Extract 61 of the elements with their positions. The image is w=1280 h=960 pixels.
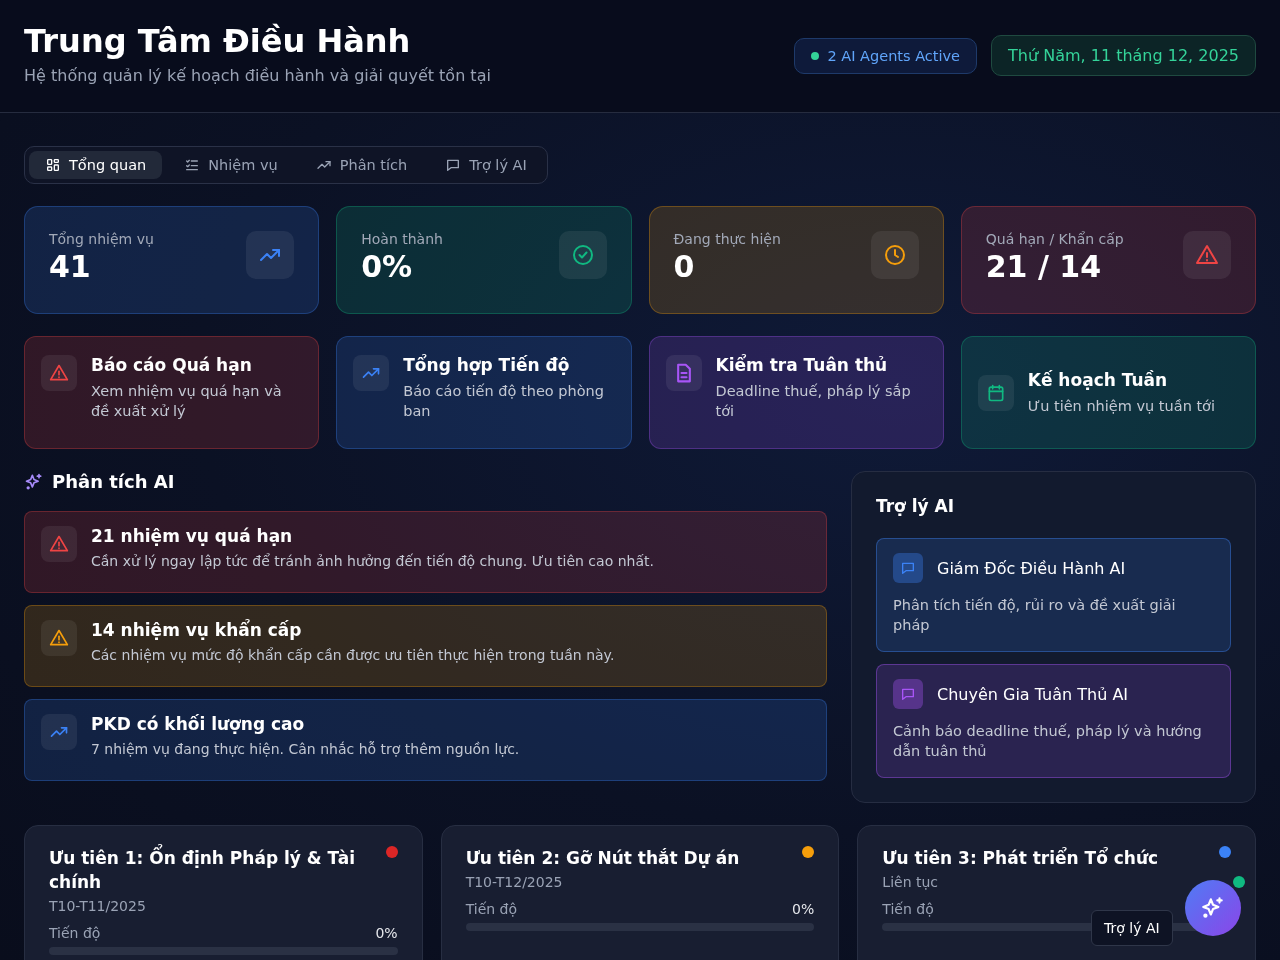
quick-action-card[interactable]: Kế hoạch Tuần Ưu tiên nhiệm vụ tuần tới — [960, 336, 1256, 449]
agent-name: Chuyên Gia Tuân Thủ AI — [937, 684, 1129, 704]
stat-label: Quá hạn / Khẩn cấp — [985, 231, 1124, 247]
action-description: Ưu tiên nhiệm vụ tuần tới — [1027, 396, 1215, 416]
quick-action-card[interactable]: Tổng hợp Tiến độ Báo cáo tiến độ theo phòng ban — [336, 336, 632, 449]
action-description: Báo cáo tiến độ theo phòng ban — [403, 382, 605, 421]
priority-title: Ưu tiên 1: Ổn định Pháp lý & Tài chính — [49, 846, 374, 894]
insight-title: 14 nhiệm vụ khẩn cấp — [91, 620, 303, 640]
quick-action-card[interactable]: Kiểm tra Tuân thủ Deadline thuế, pháp lý sắp tới — [648, 336, 944, 449]
tab[interactable]: Trợ lý AI — [429, 151, 543, 179]
action-title: Tổng hợp Tiến độ — [403, 355, 571, 375]
tooltip: Trợ lý AI — [1091, 910, 1173, 946]
action-title: Báo cáo Quá hạn — [91, 355, 253, 375]
insight-title: PKD có khối lượng cao — [91, 714, 306, 734]
progress-label: Tiến độ — [49, 925, 101, 941]
stat-value: 0 — [673, 249, 696, 284]
progress-label: Tiến độ — [882, 901, 934, 917]
insight-title: 21 nhiệm vụ quá hạn — [91, 526, 294, 546]
tab[interactable]: Tổng quan — [29, 151, 163, 179]
stat-label: Tổng nhiệm vụ — [49, 231, 154, 247]
progress-label: Tiến độ — [465, 901, 518, 917]
priority-title: Ưu tiên 2: Gỡ Nút thắt Dự án — [465, 847, 740, 870]
insight-description: Cần xử lý ngay lập tức để tránh ảnh hưởng đến tiến độ chung. Ưu tiên cao nhất. — [91, 552, 654, 571]
chat-icon — [900, 560, 916, 576]
priority-period: T10-T12/2025 — [465, 874, 563, 890]
priority-title: Ưu tiên 3: Phát triển Tổ chức — [882, 846, 1159, 870]
checklist-icon — [184, 157, 201, 173]
stat-label: Đang thực hiện — [673, 231, 781, 247]
panel-title: Trợ lý AI — [876, 496, 956, 516]
chat-icon — [900, 686, 916, 702]
stat-value: 0% — [361, 249, 414, 284]
progress-value: 0% — [375, 925, 398, 941]
stat-value: 41 — [49, 249, 92, 284]
agent-card[interactable]: Giám Đốc Điều Hành AI Phân tích tiến độ, rủi ro và đề xuất giải pháp — [876, 538, 1231, 652]
agent-description: Phân tích tiến độ, rủi ro và đề xuất giải pháp — [893, 596, 1177, 635]
agents-status-badge: 2 AI Agents Active — [794, 37, 978, 74]
section-title: Phân tích AI — [52, 471, 175, 492]
agent-name: Giám Đốc Điều Hành AI — [937, 558, 1126, 578]
quick-action-card[interactable]: Báo cáo Quá hạn Xem nhiệm vụ quá hạn và đề xuất xử lý — [24, 336, 320, 449]
action-title: Kiểm tra Tuân thủ — [715, 355, 889, 375]
page-title: Trung Tâm Điều Hành — [24, 22, 412, 60]
agent-card[interactable]: Chuyên Gia Tuân Thủ AI Cảnh báo deadline thuế, pháp lý và hướng dẫn tuân thủ — [876, 664, 1231, 778]
agent-description: Cảnh báo deadline thuế, pháp lý và hướng dẫn tuân thủ — [893, 722, 1203, 761]
tab[interactable]: Nhiệm vụ — [168, 151, 294, 179]
stat-label: Hoàn thành — [361, 231, 443, 247]
progress-value: 0% — [792, 901, 815, 917]
tab[interactable]: Phân tích — [299, 151, 424, 179]
action-title: Kế hoạch Tuần — [1027, 369, 1169, 390]
priority-period: Liên tục — [882, 874, 938, 890]
action-description: Deadline thuế, pháp lý sắp tới — [715, 382, 912, 421]
page-subtitle: Hệ thống quản lý kế hoạch điều hành và giải quyết tồn tại — [24, 66, 491, 85]
sparkle-icon — [24, 471, 44, 492]
insight-description: Các nhiệm vụ mức độ khẩn cấp cần được ưu tiên thực hiện trong tuần này. — [91, 646, 615, 665]
sparkle-icon — [1200, 895, 1226, 921]
date-badge: Thứ Năm, 11 tháng 12, 2025 — [991, 35, 1256, 76]
action-description: Xem nhiệm vụ quá hạn và đề xuất xử lý — [91, 382, 283, 421]
grid-icon — [45, 157, 61, 173]
insight-description: 7 nhiệm vụ đang thực hiện. Cân nhắc hỗ trợ thêm nguồn lực. — [91, 740, 520, 759]
stat-value: 21 / 14 — [985, 249, 1103, 284]
priority-period: T10-T11/2025 — [49, 898, 146, 914]
chat-icon — [445, 157, 462, 173]
